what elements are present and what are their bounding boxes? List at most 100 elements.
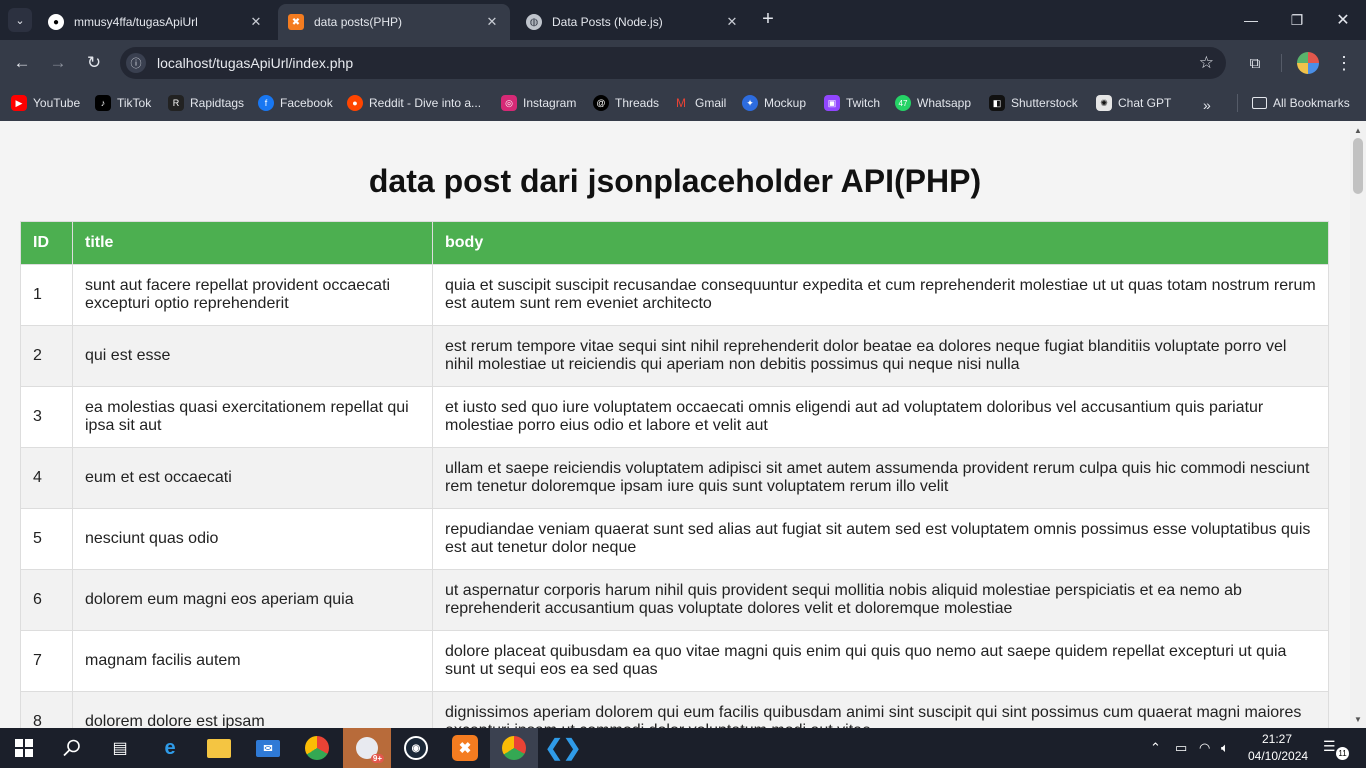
bookmark-tiktok[interactable]: ♪ TikTok	[95, 93, 151, 113]
cell-id: 5	[20, 508, 73, 570]
folder-icon	[207, 738, 231, 758]
close-icon[interactable]: ✕	[248, 14, 264, 30]
tray-chevron-icon[interactable]: ⌃	[1150, 728, 1161, 768]
shutterstock-icon: ◧	[989, 95, 1005, 111]
table-row: 8 dolorem dolore est ipsam dignissimos a…	[20, 691, 1329, 728]
column-header-id: ID	[20, 221, 73, 265]
bookmark-whatsapp[interactable]: 47 Whatsapp	[895, 93, 971, 113]
cell-title: dolorem dolore est ipsam	[72, 691, 433, 728]
bookmark-gmail[interactable]: M Gmail	[673, 93, 726, 113]
taskbar-chrome-profile[interactable]: 9+	[343, 728, 391, 768]
taskbar-file-explorer[interactable]	[195, 728, 243, 768]
bookmark-instagram[interactable]: ◎ Instagram	[501, 93, 576, 113]
bookmark-star-icon[interactable]: ☆	[1199, 53, 1214, 73]
bookmark-label: YouTube	[33, 96, 81, 110]
cell-body: dolore placeat quibusdam ea quo vitae ma…	[432, 630, 1329, 692]
tab-title: data posts(PHP)	[314, 15, 403, 29]
scroll-down-icon[interactable]: ▼	[1350, 712, 1366, 726]
wifi-icon[interactable]: ◠	[1199, 728, 1210, 768]
page-scrollbar[interactable]: ▲ ▼	[1350, 121, 1366, 728]
tab-search-button[interactable]: ⌄	[8, 8, 32, 32]
taskbar-mail[interactable]: ✉	[244, 728, 292, 768]
extensions-icon[interactable]: ⧉	[1243, 51, 1267, 75]
bookmark-reddit[interactable]: ● Reddit - Dive into a...	[347, 93, 481, 113]
profile-avatar[interactable]	[1297, 52, 1319, 74]
new-tab-button[interactable]: +	[758, 9, 778, 30]
cell-title: dolorem eum magni eos aperiam quia	[72, 569, 433, 631]
table-row: 6 dolorem eum magni eos aperiam quia ut …	[20, 569, 1329, 631]
taskbar-edge[interactable]: e	[146, 728, 194, 768]
taskbar-xampp[interactable]: ✖	[441, 728, 489, 768]
back-button[interactable]: ←	[10, 51, 34, 75]
forward-button[interactable]: →	[46, 51, 70, 75]
taskbar-vscode[interactable]: ❮❯	[539, 728, 587, 768]
close-window-button[interactable]: ✕	[1320, 0, 1366, 40]
mail-icon: ✉	[256, 739, 280, 757]
xampp-icon: ✖	[288, 14, 304, 30]
tab-data-posts-node[interactable]: ◍ Data Posts (Node.js) ✕	[516, 4, 750, 40]
bookmark-label: Whatsapp	[917, 96, 972, 110]
address-bar[interactable]: ⓘ localhost/tugasApiUrl/index.php ☆	[120, 47, 1226, 79]
cell-body: est rerum tempore vitae sequi sint nihil…	[432, 325, 1329, 387]
bookmark-chatgpt[interactable]: ✺ Chat GPT	[1096, 93, 1171, 113]
bookmark-facebook[interactable]: f Facebook	[258, 93, 333, 113]
restore-button[interactable]: ❐	[1274, 0, 1320, 40]
battery-icon[interactable]: ▭	[1175, 728, 1187, 768]
bookmark-shutterstock[interactable]: ◧ Shutterstock	[989, 93, 1078, 113]
table-row: 5 nesciunt quas odio repudiandae veniam …	[20, 508, 1329, 570]
mockup-icon: ✦	[742, 95, 758, 111]
tab-strip: ⌄ ● mmusy4ffa/tugasApiUrl ✕ ✖ data posts…	[0, 0, 1366, 40]
scrollbar-thumb[interactable]	[1353, 138, 1363, 194]
cell-title: magnam facilis autem	[72, 630, 433, 692]
menu-kebab-icon[interactable]: ⋮	[1332, 51, 1356, 75]
vscode-icon: ❮❯	[544, 735, 582, 760]
threads-icon: @	[593, 95, 609, 111]
bookmark-threads[interactable]: @ Threads	[593, 93, 659, 113]
bookmark-youtube[interactable]: ▶ YouTube	[11, 93, 80, 113]
gmail-icon: M	[673, 95, 689, 111]
table-row: 1 sunt aut facere repellat provident occ…	[20, 264, 1329, 326]
chrome-icon	[305, 736, 329, 760]
volume-muted-icon[interactable]: 🔈︎	[1221, 728, 1229, 768]
close-icon[interactable]: ✕	[724, 14, 740, 30]
windows-taskbar: ▤ e ✉ 9+ ◉ ✖ ❮❯ ⌃ ▭ ◠ 🔈︎ 21:27 04/10/202…	[0, 728, 1366, 768]
task-view-icon: ▤	[112, 740, 128, 757]
taskbar-chrome[interactable]	[293, 728, 341, 768]
scroll-up-icon[interactable]: ▲	[1350, 123, 1366, 137]
task-view-button[interactable]: ▤	[96, 728, 144, 768]
taskbar-steam[interactable]: ◉	[392, 728, 440, 768]
notification-badge: 9+	[370, 754, 384, 763]
close-icon[interactable]: ✕	[484, 14, 500, 30]
notification-center-button[interactable]: ☰ 11	[1323, 738, 1349, 760]
bookmarks-overflow-icon[interactable]: »	[1203, 97, 1211, 113]
cell-body: ullam et saepe reiciendis voluptatem adi…	[432, 447, 1329, 509]
column-header-body: body	[432, 221, 1329, 265]
tiktok-icon: ♪	[95, 95, 111, 111]
bookmark-mockup[interactable]: ✦ Mockup	[742, 93, 806, 113]
bookmark-rapidtags[interactable]: R Rapidtags	[168, 93, 244, 113]
notification-icon: ☰	[1323, 738, 1336, 754]
reddit-icon: ●	[347, 95, 363, 111]
start-button[interactable]	[0, 728, 48, 768]
search-icon	[63, 739, 80, 757]
reload-button[interactable]: ↻	[82, 51, 106, 75]
cell-title: nesciunt quas odio	[72, 508, 433, 570]
page-viewport: data post dari jsonplaceholder API(PHP) …	[0, 121, 1350, 728]
taskbar-chrome-active[interactable]	[490, 728, 538, 768]
search-button[interactable]	[48, 728, 96, 768]
all-bookmarks-button[interactable]: All Bookmarks	[1252, 93, 1350, 113]
cell-body: ut aspernatur corporis harum nihil quis …	[432, 569, 1329, 631]
bookmark-label: Rapidtags	[190, 96, 245, 110]
clock-time: 21:27	[1261, 732, 1293, 746]
site-info-icon[interactable]: ⓘ	[126, 53, 146, 73]
bookmarks-bar: ▶ YouTube ♪ TikTok R Rapidtags f Facebook ● R…	[0, 86, 1366, 121]
tab-data-posts-php[interactable]: ✖ data posts(PHP) ✕	[278, 4, 510, 40]
url-text: localhost/tugasApiUrl/index.php	[157, 55, 354, 71]
tab-github[interactable]: ● mmusy4ffa/tugasApiUrl ✕	[38, 4, 274, 40]
rapidtags-icon: R	[168, 95, 184, 111]
minimize-button[interactable]: —	[1228, 0, 1274, 40]
system-clock[interactable]: 21:27 04/10/2024	[1248, 731, 1308, 765]
bookmark-twitch[interactable]: ▣ Twitch	[824, 93, 880, 113]
bookmark-label: Facebook	[280, 96, 333, 110]
posts-table: ID title body 1 sunt aut facere repellat…	[20, 221, 1329, 728]
